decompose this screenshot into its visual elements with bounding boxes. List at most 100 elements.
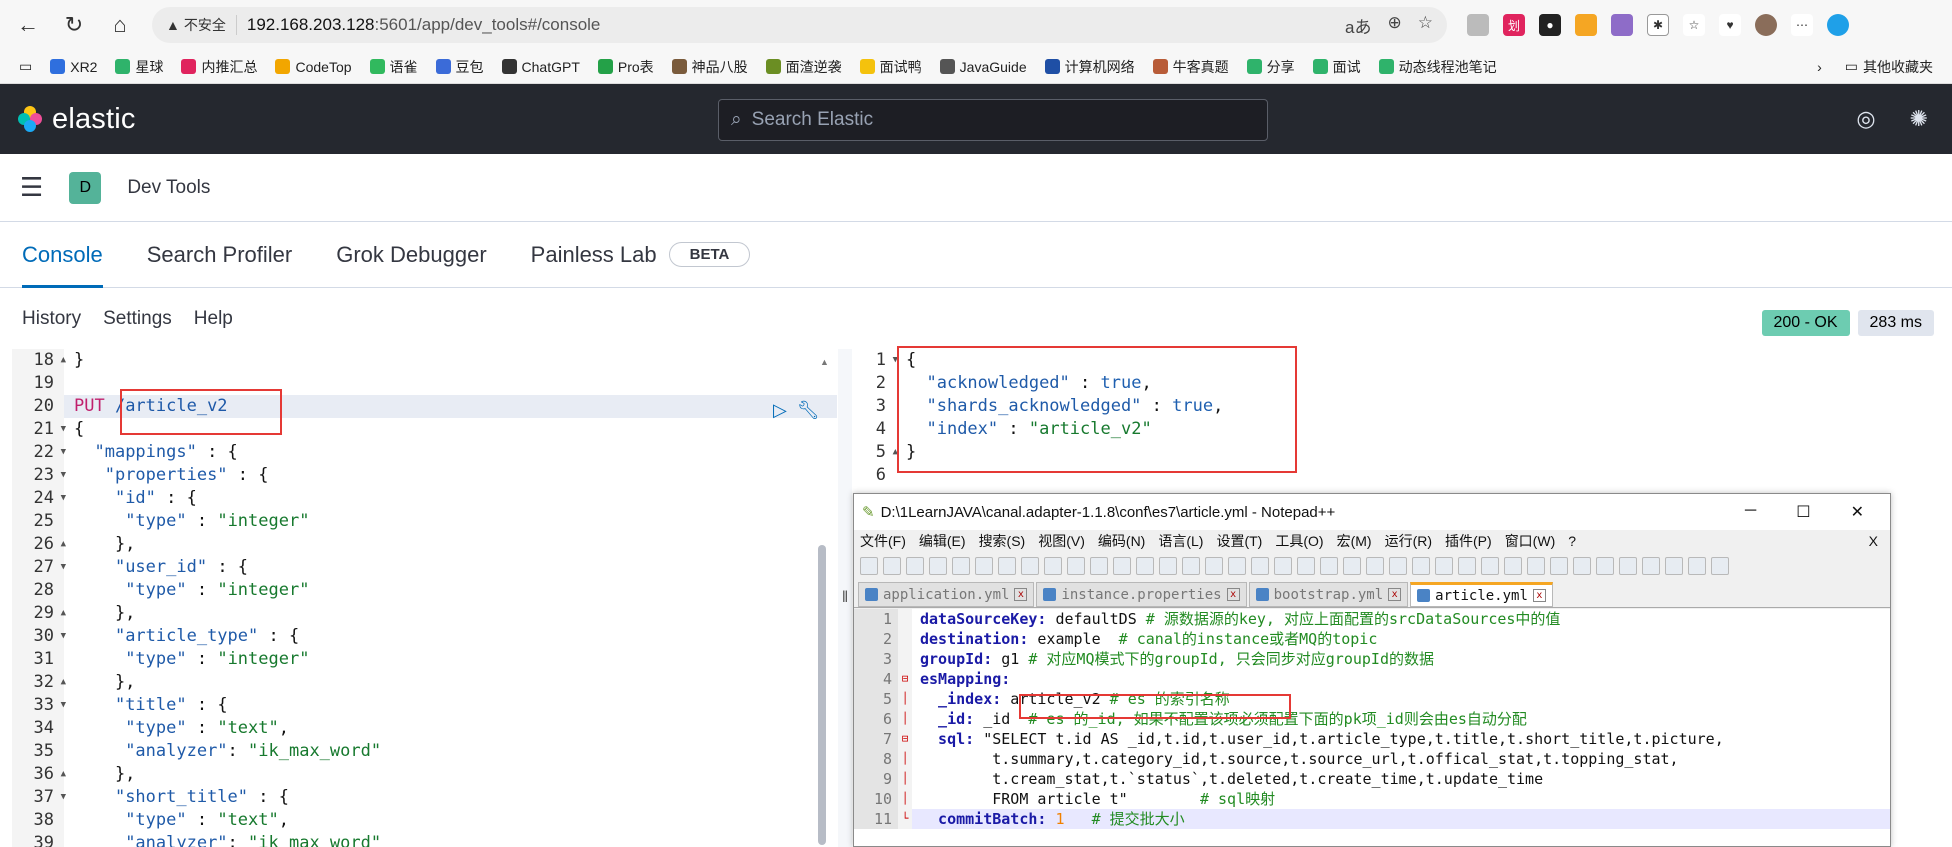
fold-icon[interactable]: ▼ [61, 418, 66, 441]
toolbar-button-icon[interactable] [860, 557, 878, 575]
toolbar-button-icon[interactable] [1228, 557, 1246, 575]
star-icon[interactable]: ☆ [1418, 13, 1433, 38]
collections-icon[interactable] [1575, 14, 1597, 36]
bookmark-item[interactable]: 分享 [1238, 57, 1304, 77]
fold-icon[interactable]: ▲ [61, 763, 66, 786]
help-icon[interactable]: ◎ [1856, 106, 1875, 132]
toolbar-button-icon[interactable] [1182, 557, 1200, 575]
toolbar-button-icon[interactable] [1435, 557, 1453, 575]
fold-icon[interactable]: ▼ [61, 464, 66, 487]
menu-item[interactable]: 宏(M) [1337, 531, 1372, 551]
fold-icon[interactable]: ▼ [61, 487, 66, 510]
space-avatar[interactable]: D [69, 171, 102, 204]
bookmark-item[interactable]: Pro表 [589, 57, 663, 77]
tab-grok-debugger[interactable]: Grok Debugger [336, 222, 486, 287]
menu-item[interactable]: 工具(O) [1275, 531, 1323, 551]
bookmark-item[interactable]: JavaGuide [931, 57, 1036, 77]
tab-search-profiler[interactable]: Search Profiler [147, 222, 293, 287]
play-icon[interactable]: ▷ [773, 400, 787, 421]
bookmark-item[interactable]: 语雀 [361, 57, 427, 77]
fold-marker[interactable] [898, 629, 912, 649]
toolbar-button-icon[interactable] [1573, 557, 1591, 575]
bookmark-item[interactable]: CodeTop [266, 57, 360, 77]
menu-item[interactable]: 窗口(W) [1505, 531, 1556, 551]
health-icon[interactable]: ♥ [1719, 14, 1741, 36]
toolbar-button-icon[interactable] [1389, 557, 1407, 575]
menu-item[interactable]: 视图(V) [1038, 531, 1085, 551]
toolbar-button-icon[interactable] [1297, 557, 1315, 575]
toolbar-button-icon[interactable] [1251, 557, 1269, 575]
tab-painless-lab[interactable]: Painless Lab BETA [531, 222, 751, 287]
toolbar-button-icon[interactable] [1159, 557, 1177, 575]
bookmark-item[interactable]: 豆包 [427, 57, 493, 77]
menu-item[interactable]: 插件(P) [1445, 531, 1492, 551]
history-link[interactable]: History [22, 308, 81, 330]
toolbar-button-icon[interactable] [1596, 557, 1614, 575]
menu-item[interactable]: ? [1568, 533, 1576, 549]
toolbar-button-icon[interactable] [1067, 557, 1085, 575]
file-tab[interactable]: article.yml x [1410, 582, 1553, 607]
toolbar-button-icon[interactable] [1366, 557, 1384, 575]
close-tab-icon[interactable]: x [1226, 588, 1240, 601]
toolbar-button-icon[interactable] [1412, 557, 1430, 575]
bookmark-item[interactable]: 内推汇总 [172, 57, 266, 77]
toolbar-button-icon[interactable] [1021, 557, 1039, 575]
help-link[interactable]: Help [194, 308, 233, 330]
toolbar-button-icon[interactable] [975, 557, 993, 575]
more-icon[interactable]: ⋯ [1791, 14, 1813, 36]
toolbar-button-icon[interactable] [1619, 557, 1637, 575]
bookmark-item[interactable]: 牛客真题 [1144, 57, 1238, 77]
fold-marker[interactable]: │ [898, 709, 912, 729]
close-tab-icon[interactable]: x [1014, 588, 1028, 601]
toolbar-button-icon[interactable] [1320, 557, 1338, 575]
menu-item[interactable]: 编辑(E) [919, 531, 966, 551]
toolbar-button-icon[interactable] [1550, 557, 1568, 575]
close-icon[interactable]: ✕ [1851, 502, 1864, 522]
extension-icon[interactable]: ● [1539, 14, 1561, 36]
toolbar-button-icon[interactable] [1642, 557, 1660, 575]
extension-icon[interactable]: 划 [1503, 14, 1525, 36]
toolbar-button-icon[interactable] [1205, 557, 1223, 575]
fold-icon[interactable]: ▲ [61, 671, 66, 694]
bookmark-item[interactable]: ChatGPT [493, 57, 589, 77]
close-document-icon[interactable]: X [1869, 533, 1884, 549]
address-bar[interactable]: ▲ 不安全 192.168.203.128:5601/app/dev_tools#… [152, 7, 1447, 43]
toolbar-button-icon[interactable] [1665, 557, 1683, 575]
avatar[interactable] [1755, 14, 1777, 36]
file-tab[interactable]: application.yml x [858, 582, 1035, 607]
minimize-icon[interactable]: ─ [1745, 502, 1756, 522]
fold-icon[interactable]: ▲ [61, 533, 66, 556]
toolbar-button-icon[interactable] [952, 557, 970, 575]
bookmark-item[interactable]: 动态线程池笔记 [1370, 57, 1506, 77]
translate-icon[interactable]: aあ [1345, 13, 1371, 38]
toolbar-button-icon[interactable] [1458, 557, 1476, 575]
toolbar-button-icon[interactable] [1274, 557, 1292, 575]
fold-marker[interactable] [898, 609, 912, 629]
menu-item[interactable]: 语言(L) [1158, 531, 1203, 551]
menu-item[interactable]: 搜索(S) [979, 531, 1026, 551]
fold-icon[interactable]: ▼ [61, 441, 66, 464]
toolbar-button-icon[interactable] [1090, 557, 1108, 575]
maximize-icon[interactable]: ☐ [1796, 502, 1810, 522]
extension-icon[interactable] [1611, 14, 1633, 36]
file-tab[interactable]: bootstrap.yml x [1248, 582, 1409, 607]
newsfeed-icon[interactable]: ✺ [1910, 106, 1928, 132]
scroll-up-icon[interactable]: ▲ [820, 357, 829, 367]
toolbar-button-icon[interactable] [1044, 557, 1062, 575]
bookmark-item[interactable]: 面试 [1304, 57, 1370, 77]
close-tab-icon[interactable]: x [1532, 589, 1546, 602]
tab-console[interactable]: Console [22, 222, 103, 288]
toolbar-button-icon[interactable] [998, 557, 1016, 575]
toolbar-button-icon[interactable] [1113, 557, 1131, 575]
bookmarks-toggle-icon[interactable]: ▭ [10, 58, 41, 75]
settings-link[interactable]: Settings [103, 308, 172, 330]
chevron-right-icon[interactable]: › [1817, 59, 1822, 75]
toolbar-button-icon[interactable] [883, 557, 901, 575]
menu-icon[interactable]: ☰ [20, 172, 43, 203]
menu-item[interactable]: 文件(F) [860, 531, 906, 551]
fold-icon[interactable]: ▲ [61, 349, 66, 372]
toolbar-button-icon[interactable] [1136, 557, 1154, 575]
puzzle-icon[interactable]: ✱ [1647, 14, 1669, 36]
fold-icon[interactable]: ▼ [61, 625, 66, 648]
fold-marker[interactable] [898, 649, 912, 669]
